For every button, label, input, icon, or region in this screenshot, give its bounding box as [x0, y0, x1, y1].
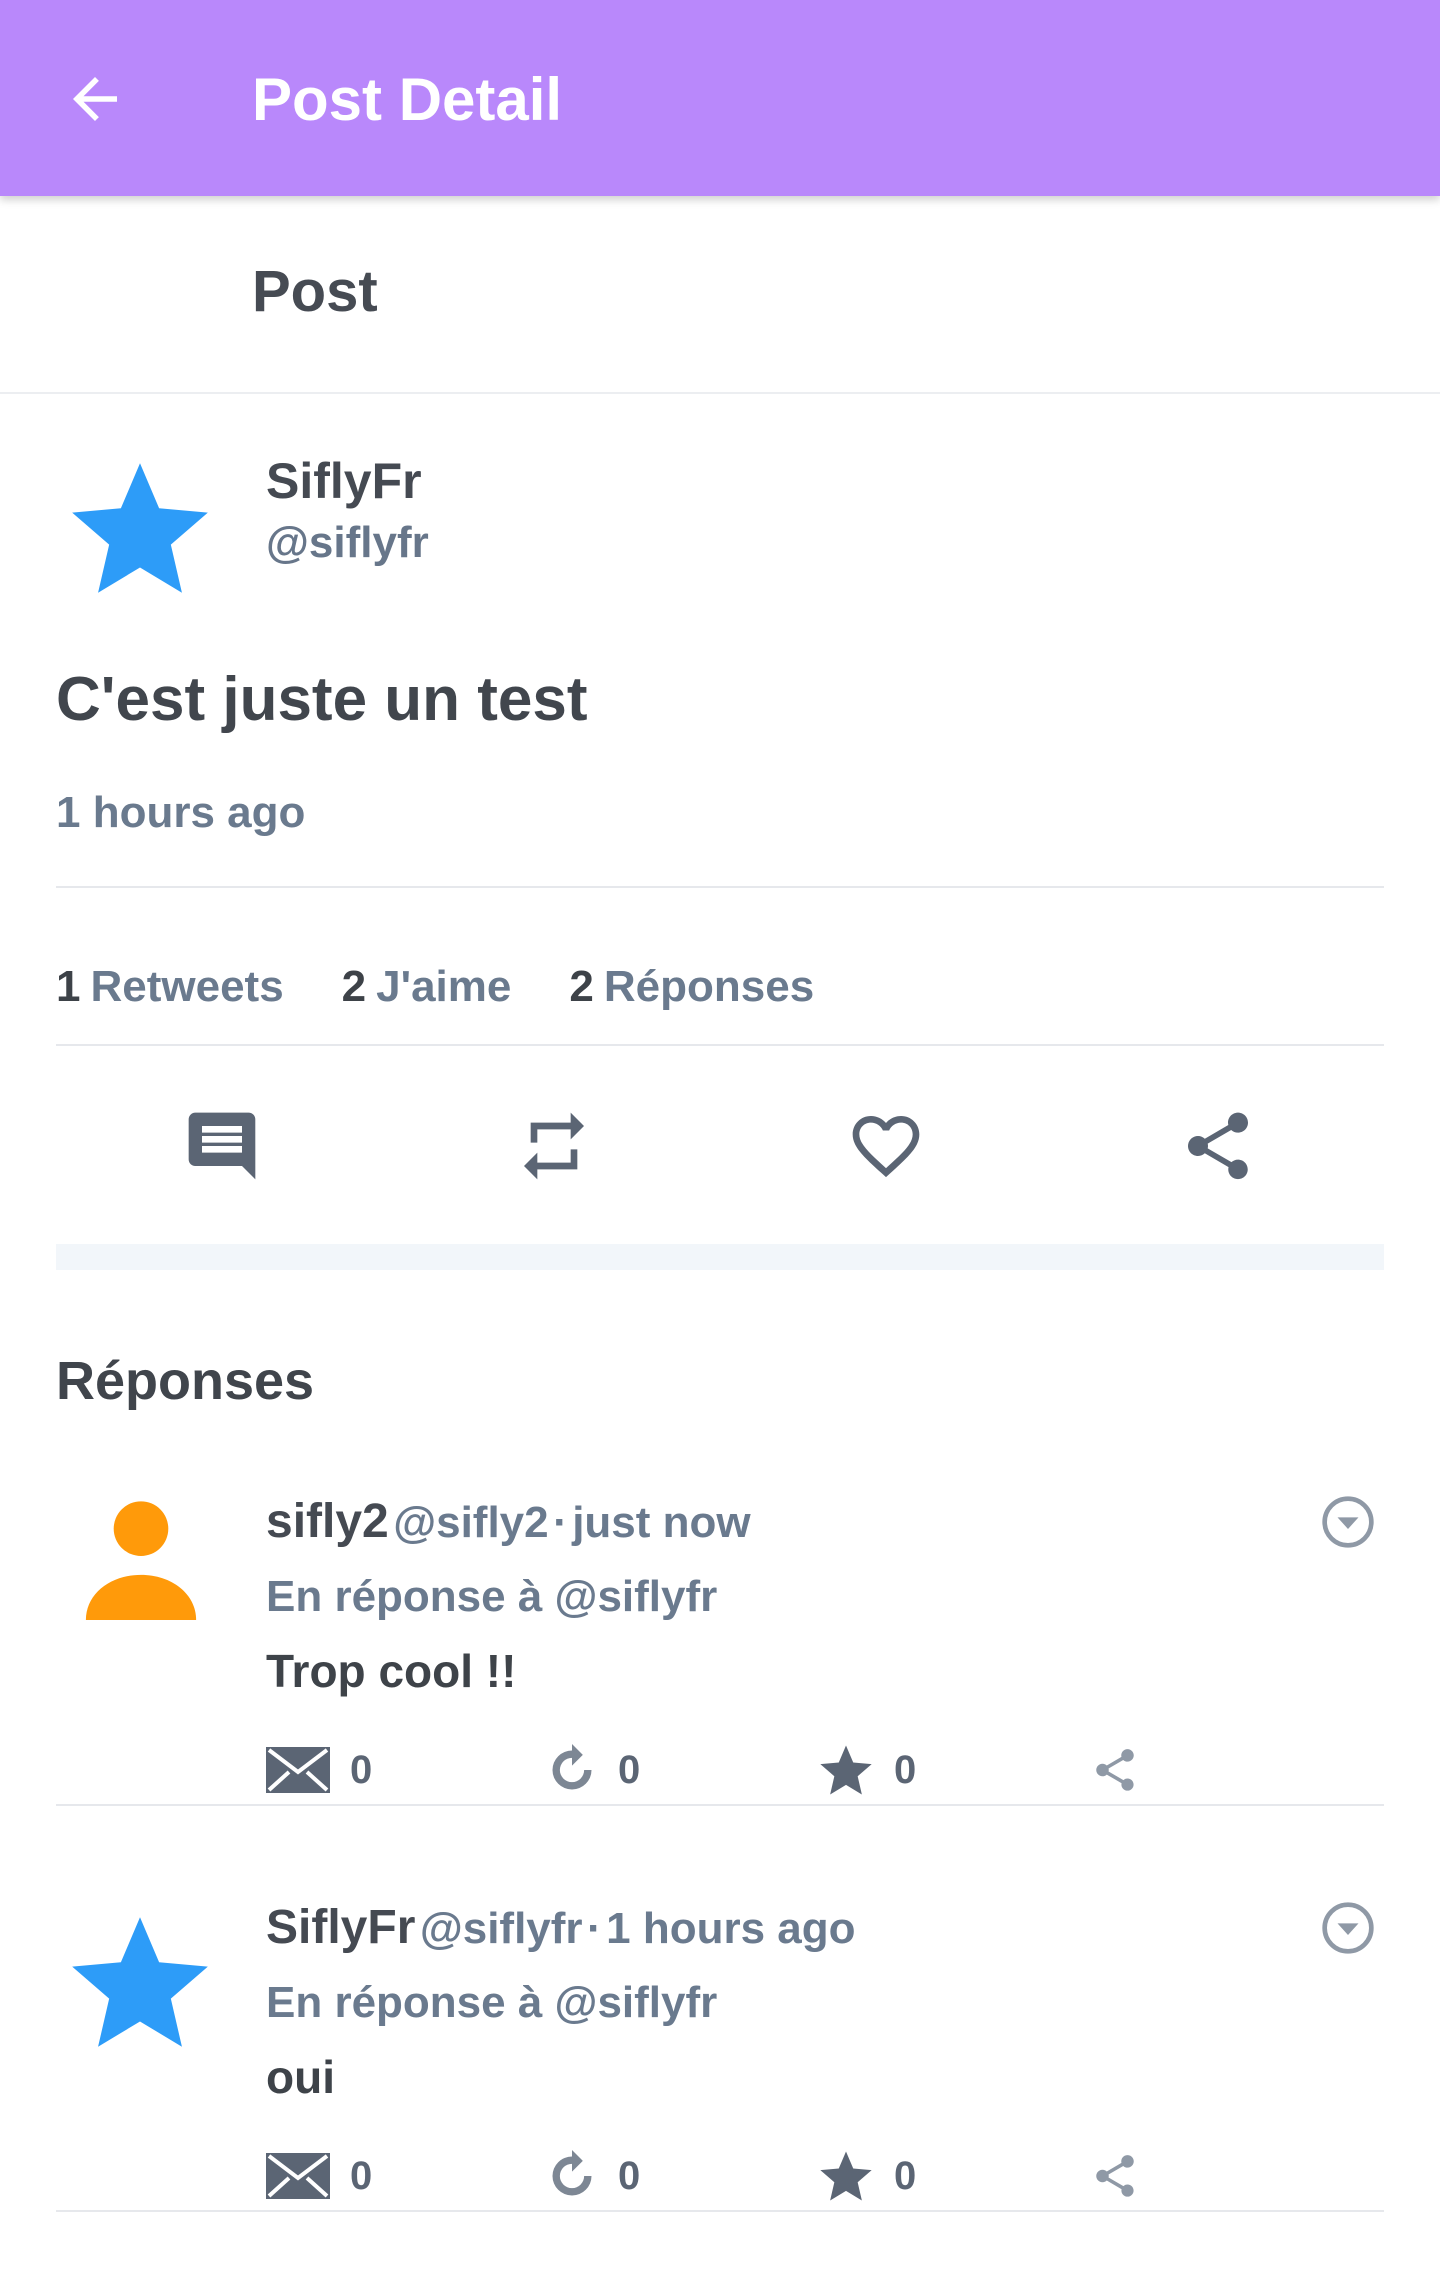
reply-text: oui: [266, 2051, 335, 2103]
reply-retweet-action[interactable]: 0: [546, 2148, 640, 2204]
likes-count: 2: [341, 962, 367, 1011]
author-handle[interactable]: @siflyfr: [266, 518, 429, 568]
reply-author-handle[interactable]: @siflyfr: [420, 1904, 583, 1953]
retweets-count: 1: [56, 962, 81, 1011]
heart-icon[interactable]: [846, 1106, 926, 1186]
refresh-icon: [552, 1744, 592, 1790]
replies-heading: Réponses: [56, 1351, 315, 1411]
reply-to-label[interactable]: En réponse à @siflyfr: [266, 1572, 717, 1622]
divider: [56, 1044, 1384, 1046]
retweet-count: 0: [618, 1747, 641, 1792]
reply-timestamp: just now: [572, 1498, 751, 1547]
post-text: C'est juste un test: [56, 665, 588, 734]
section-header: Post: [0, 196, 1440, 394]
reply-share-action[interactable]: [1090, 1742, 1140, 1798]
retweet-icon[interactable]: [514, 1106, 594, 1186]
refresh-icon: [552, 2150, 592, 2196]
post-timestamp: 1 hours ago: [56, 788, 306, 837]
likes-label: J'aime: [376, 962, 512, 1011]
divider: [56, 2210, 1384, 2212]
reply-favorite-action[interactable]: 0: [818, 2148, 916, 2204]
section-label: Post: [252, 259, 378, 324]
page-title: Post Detail: [252, 66, 563, 133]
reply-message-action[interactable]: 0: [266, 2148, 372, 2204]
reply-retweet-action[interactable]: 0: [546, 1742, 640, 1798]
replies-label: Réponses: [603, 962, 815, 1011]
divider: [56, 1804, 1384, 1806]
section-spacer: [56, 1244, 1384, 1270]
reply-header: sifly2 @sifly2 · just now: [266, 1494, 751, 1549]
share-icon: [1096, 1749, 1134, 1791]
replies-stat[interactable]: 2 Réponses: [569, 962, 814, 1012]
divider: [56, 886, 1384, 888]
comment-icon[interactable]: [182, 1106, 262, 1186]
envelope-icon: [266, 2153, 330, 2199]
retweets-label: Retweets: [90, 962, 284, 1011]
post-stats: 1 Retweets 2 J'aime 2 Réponses: [56, 962, 872, 1012]
retweet-count: 0: [618, 2153, 641, 2198]
retweets-stat[interactable]: 1 Retweets: [56, 962, 284, 1012]
chevron-down-icon[interactable]: [1320, 1900, 1376, 1956]
star-icon[interactable]: [66, 1908, 214, 2056]
reply-author-name[interactable]: SiflyFr: [266, 1901, 415, 1954]
message-count: 0: [350, 2153, 373, 2198]
favorite-count: 0: [894, 2153, 917, 2198]
favorite-count: 0: [894, 1747, 917, 1792]
reply-actions: 0 0 0: [266, 1742, 1166, 1802]
arrow-left-icon[interactable]: [62, 66, 128, 132]
reply-author-handle[interactable]: @sifly2: [393, 1498, 548, 1547]
reply-header: SiflyFr @siflyfr · 1 hours ago: [266, 1900, 856, 1955]
reply-text: Trop cool !!: [266, 1645, 517, 1697]
share-icon[interactable]: [1178, 1106, 1258, 1186]
separator-dot: ·: [553, 1498, 568, 1547]
post-actions: [56, 1052, 1384, 1232]
reply-share-action[interactable]: [1090, 2148, 1140, 2204]
likes-stat[interactable]: 2 J'aime: [342, 962, 512, 1012]
separator-dot: ·: [587, 1904, 602, 1953]
reply-favorite-action[interactable]: 0: [818, 1742, 916, 1798]
reply-timestamp: 1 hours ago: [606, 1904, 856, 1953]
reply-to-label[interactable]: En réponse à @siflyfr: [266, 1978, 717, 2028]
star-icon: [820, 2151, 872, 2201]
reply-actions: 0 0 0: [266, 2148, 1166, 2208]
app-bar: Post Detail: [0, 0, 1440, 196]
chevron-down-icon[interactable]: [1320, 1494, 1376, 1550]
author-name[interactable]: SiflyFr: [266, 452, 422, 510]
person-icon[interactable]: [78, 1494, 204, 1620]
message-count: 0: [350, 1747, 373, 1792]
star-icon: [820, 1745, 872, 1795]
reply-message-action[interactable]: 0: [266, 1742, 372, 1798]
reply-author-name[interactable]: sifly2: [266, 1495, 389, 1548]
star-icon[interactable]: [66, 454, 214, 602]
share-icon: [1096, 2155, 1134, 2197]
replies-count: 2: [569, 962, 594, 1011]
envelope-icon: [266, 1747, 330, 1793]
